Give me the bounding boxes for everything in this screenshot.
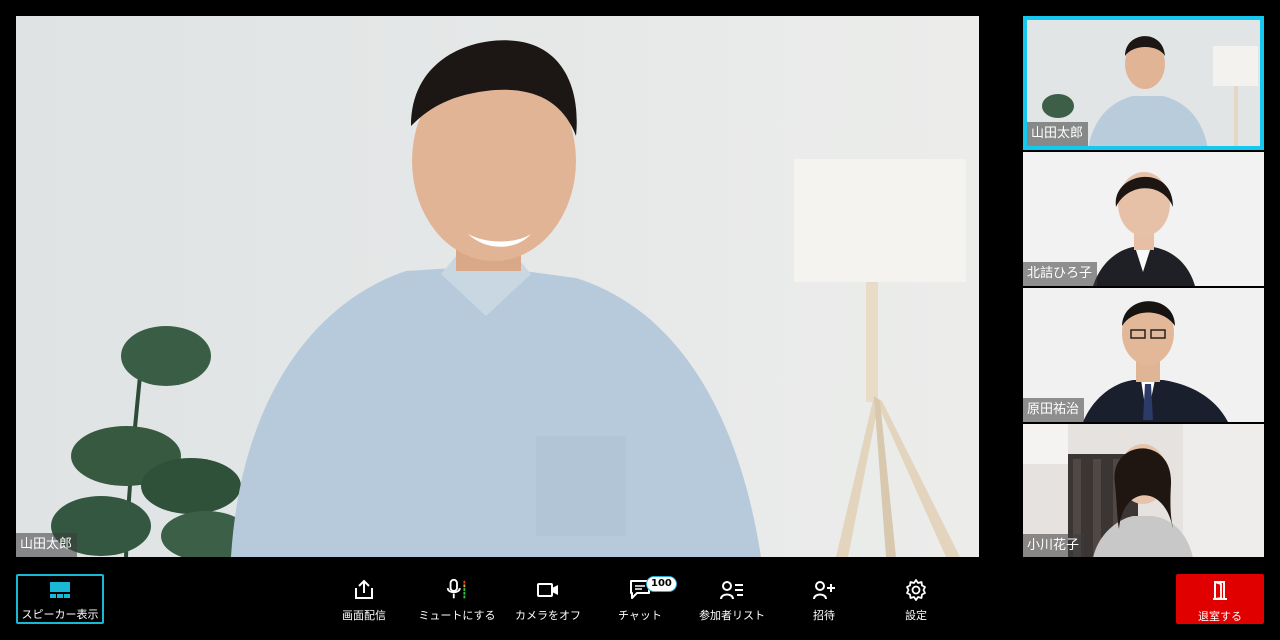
share-screen-label: 画面配信: [342, 609, 386, 622]
participant-thumbnail[interactable]: 山田太郎: [1023, 16, 1264, 150]
mute-button[interactable]: ミュートにする: [413, 574, 501, 624]
meeting-toolbar: スピーカー表示 画面配信 ミュートにする カメラをオフ 100 チャット 参加者…: [0, 557, 1280, 640]
microphone-icon: [445, 578, 469, 602]
thumbnail-name-tag: 北詰ひろ子: [1023, 262, 1098, 286]
share-screen-button[interactable]: 画面配信: [320, 574, 408, 624]
participant-thumbnail[interactable]: 北詰ひろ子: [1023, 152, 1264, 286]
video-camera-icon: [536, 578, 560, 602]
main-speaker-video: 山田太郎: [16, 16, 979, 557]
chat-label: チャット: [618, 609, 662, 622]
main-video-name-tag: 山田太郎: [16, 533, 78, 557]
thumbnail-name-tag: 原田祐治: [1023, 398, 1085, 422]
add-user-icon: [812, 578, 836, 602]
participant-thumbnail[interactable]: 小川花子: [1023, 424, 1264, 558]
participants-list-icon: [720, 578, 744, 602]
share-screen-icon: [352, 578, 376, 602]
participants-list-label: 参加者リスト: [699, 609, 765, 622]
speaker-video-image: [51, 40, 966, 557]
gear-icon: [904, 578, 928, 602]
exit-door-icon: [1211, 580, 1229, 604]
invite-button[interactable]: 招待: [780, 574, 868, 624]
leave-room-button[interactable]: 退室する: [1176, 574, 1264, 624]
participants-list-button[interactable]: 参加者リスト: [688, 574, 776, 624]
speaker-view-icon: [49, 581, 71, 603]
chat-unread-badge: 100: [646, 576, 677, 592]
participant-thumbnail[interactable]: 原田祐治: [1023, 288, 1264, 422]
settings-label: 設定: [905, 609, 927, 622]
camera-off-label: カメラをオフ: [515, 609, 581, 622]
camera-off-button[interactable]: カメラをオフ: [504, 574, 592, 624]
thumbnail-name-tag: 小川花子: [1023, 534, 1085, 558]
chat-button[interactable]: 100 チャット: [596, 574, 684, 624]
speaker-view-button[interactable]: スピーカー表示: [16, 574, 104, 624]
invite-label: 招待: [813, 609, 835, 622]
leave-room-label: 退室する: [1198, 610, 1242, 623]
settings-button[interactable]: 設定: [872, 574, 960, 624]
mute-label: ミュートにする: [418, 609, 496, 622]
speaker-view-label: スピーカー表示: [21, 608, 99, 621]
thumbnail-name-tag: 山田太郎: [1027, 122, 1089, 146]
